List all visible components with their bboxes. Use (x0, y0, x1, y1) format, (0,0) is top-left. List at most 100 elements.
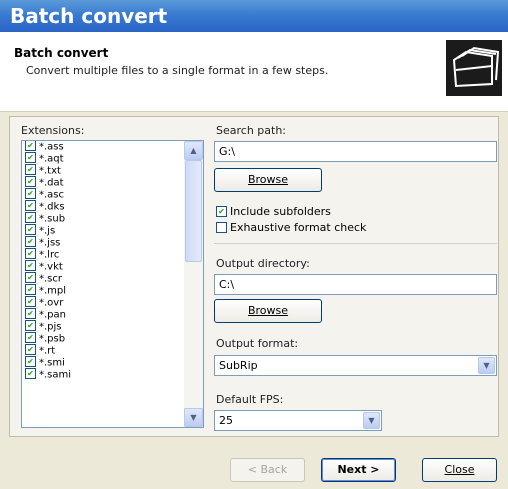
extension-label: *.pan (39, 309, 66, 321)
next-button[interactable]: Next > (321, 458, 396, 482)
search-path-input[interactable]: G:\ (214, 141, 497, 162)
extension-checkbox[interactable]: ✔ (25, 176, 36, 187)
exhaustive-check-label: Exhaustive format check (230, 221, 367, 234)
search-browse-button[interactable]: Browse (214, 168, 322, 192)
list-item[interactable]: ✔ *.txt (22, 164, 203, 177)
list-item[interactable]: ✔ *.rt (22, 344, 203, 357)
extension-checkbox[interactable]: ✔ (25, 248, 36, 259)
extension-checkbox[interactable]: ✔ (25, 284, 36, 295)
back-button[interactable]: < Back (230, 458, 305, 482)
extension-label: *.vkt (39, 261, 63, 273)
close-button[interactable]: Close (422, 458, 497, 482)
include-subfolders-checkbox[interactable]: ✔ (216, 205, 227, 217)
list-item[interactable]: ✔ *.sami (22, 368, 203, 381)
default-fps-value: 25 (219, 414, 233, 427)
list-item[interactable]: ✔ *.dat (22, 176, 203, 189)
extension-label: *.sub (39, 213, 66, 225)
extension-label: *.ass (39, 141, 64, 153)
extension-label: *.txt (39, 165, 61, 177)
extension-label: *.scr (39, 273, 62, 285)
extension-checkbox[interactable]: ✔ (25, 356, 36, 367)
wizard-header: Batch convert Convert multiple files to … (0, 32, 508, 112)
list-item[interactable]: ✔ *.psb (22, 332, 203, 345)
extension-checkbox[interactable]: ✔ (25, 236, 36, 247)
list-item[interactable]: ✔ *.asc (22, 188, 203, 201)
extension-checkbox[interactable]: ✔ (25, 200, 36, 211)
extension-checkbox[interactable]: ✔ (25, 212, 36, 223)
extension-label: *.sami (39, 369, 72, 381)
extensions-label: Extensions: (21, 124, 85, 137)
extension-label: *.rt (39, 345, 56, 357)
output-browse-button[interactable]: Browse (214, 299, 322, 323)
window-title-bar[interactable]: Batch convert (0, 0, 508, 32)
list-item[interactable]: ✔ *.ass (22, 141, 203, 153)
extension-checkbox[interactable]: ✔ (25, 344, 36, 355)
scroll-down-button[interactable]: ▼ (184, 408, 203, 427)
back-label: < Back (247, 463, 288, 476)
output-directory-input[interactable]: C:\ (214, 274, 497, 295)
extension-label: *.pjs (39, 321, 62, 333)
extension-label: *.jss (39, 237, 61, 249)
list-item[interactable]: ✔ *.aqt (22, 152, 203, 165)
next-label: Next > (337, 463, 380, 476)
output-directory-label: Output directory: (216, 257, 310, 270)
folders-icon (446, 40, 502, 96)
extension-checkbox[interactable]: ✔ (25, 332, 36, 343)
extension-label: *.smi (39, 357, 65, 369)
list-item[interactable]: ✔ *.js (22, 224, 203, 237)
chevron-down-icon[interactable]: ▼ (478, 357, 495, 374)
list-item[interactable]: ✔ *.vkt (22, 260, 203, 273)
extension-label: *.asc (39, 189, 65, 201)
scroll-up-button[interactable]: ▲ (184, 141, 203, 160)
default-fps-label: Default FPS: (216, 393, 284, 406)
include-subfolders-label: Include subfolders (230, 205, 331, 218)
list-item[interactable]: ✔ *.scr (22, 272, 203, 285)
output-browse-label: Browse (247, 304, 289, 317)
extension-checkbox[interactable]: ✔ (25, 296, 36, 307)
extension-checkbox[interactable]: ✔ (25, 368, 36, 379)
extension-label: *.aqt (39, 153, 64, 165)
list-item[interactable]: ✔ *.mpl (22, 284, 203, 297)
search-path-label: Search path: (216, 124, 287, 137)
list-item[interactable]: ✔ *.jss (22, 236, 203, 249)
extensions-scrollbar[interactable]: ▲ ▼ (184, 141, 203, 427)
list-item[interactable]: ✔ *.lrc (22, 248, 203, 261)
extension-checkbox[interactable]: ✔ (25, 164, 36, 175)
extension-label: *.dks (39, 201, 65, 213)
extension-label: *.psb (39, 333, 66, 345)
include-subfolders-option[interactable]: ✔ Include subfolders (216, 205, 331, 218)
extension-checkbox[interactable]: ✔ (25, 188, 36, 199)
extension-checkbox[interactable]: ✔ (25, 224, 36, 235)
extension-checkbox[interactable]: ✔ (25, 272, 36, 283)
extension-checkbox[interactable]: ✔ (25, 141, 36, 151)
scroll-thumb[interactable] (185, 160, 202, 262)
window-title: Batch convert (10, 4, 168, 28)
extension-label: *.mpl (39, 285, 67, 297)
extension-label: *.ovr (39, 297, 64, 309)
divider (214, 243, 497, 244)
extensions-list[interactable]: ✔ *.ass ✔ *.aqt ✔ *.txt ✔ *.dat ✔ *.asc ✔ *.dks ✔ *.s… (21, 140, 204, 428)
extension-checkbox[interactable]: ✔ (25, 308, 36, 319)
extension-checkbox[interactable]: ✔ (25, 320, 36, 331)
default-fps-select[interactable]: 25 ▼ (214, 410, 382, 431)
extension-label: *.js (39, 225, 56, 237)
wizard-title: Batch convert (14, 46, 109, 60)
close-label: Close (444, 463, 475, 476)
list-item[interactable]: ✔ *.smi (22, 356, 203, 369)
wizard-subtitle: Convert multiple files to a single forma… (26, 64, 329, 77)
extension-label: *.dat (39, 177, 64, 189)
output-format-select[interactable]: SubRip ▼ (214, 355, 497, 376)
list-item[interactable]: ✔ *.dks (22, 200, 203, 213)
list-item[interactable]: ✔ *.pjs (22, 320, 203, 333)
list-item[interactable]: ✔ *.sub (22, 212, 203, 225)
list-item[interactable]: ✔ *.pan (22, 308, 203, 321)
list-item[interactable]: ✔ *.ovr (22, 296, 203, 309)
chevron-down-icon[interactable]: ▼ (363, 412, 380, 429)
search-browse-label: Browse (247, 173, 289, 186)
extension-checkbox[interactable]: ✔ (25, 152, 36, 163)
exhaustive-check-checkbox[interactable] (216, 221, 227, 233)
extension-checkbox[interactable]: ✔ (25, 260, 36, 271)
output-format-value: SubRip (219, 359, 258, 372)
exhaustive-check-option[interactable]: Exhaustive format check (216, 221, 366, 234)
extensions-items: ✔ *.ass ✔ *.aqt ✔ *.txt ✔ *.dat ✔ *.asc ✔ *.dks ✔ *.s… (22, 141, 203, 381)
